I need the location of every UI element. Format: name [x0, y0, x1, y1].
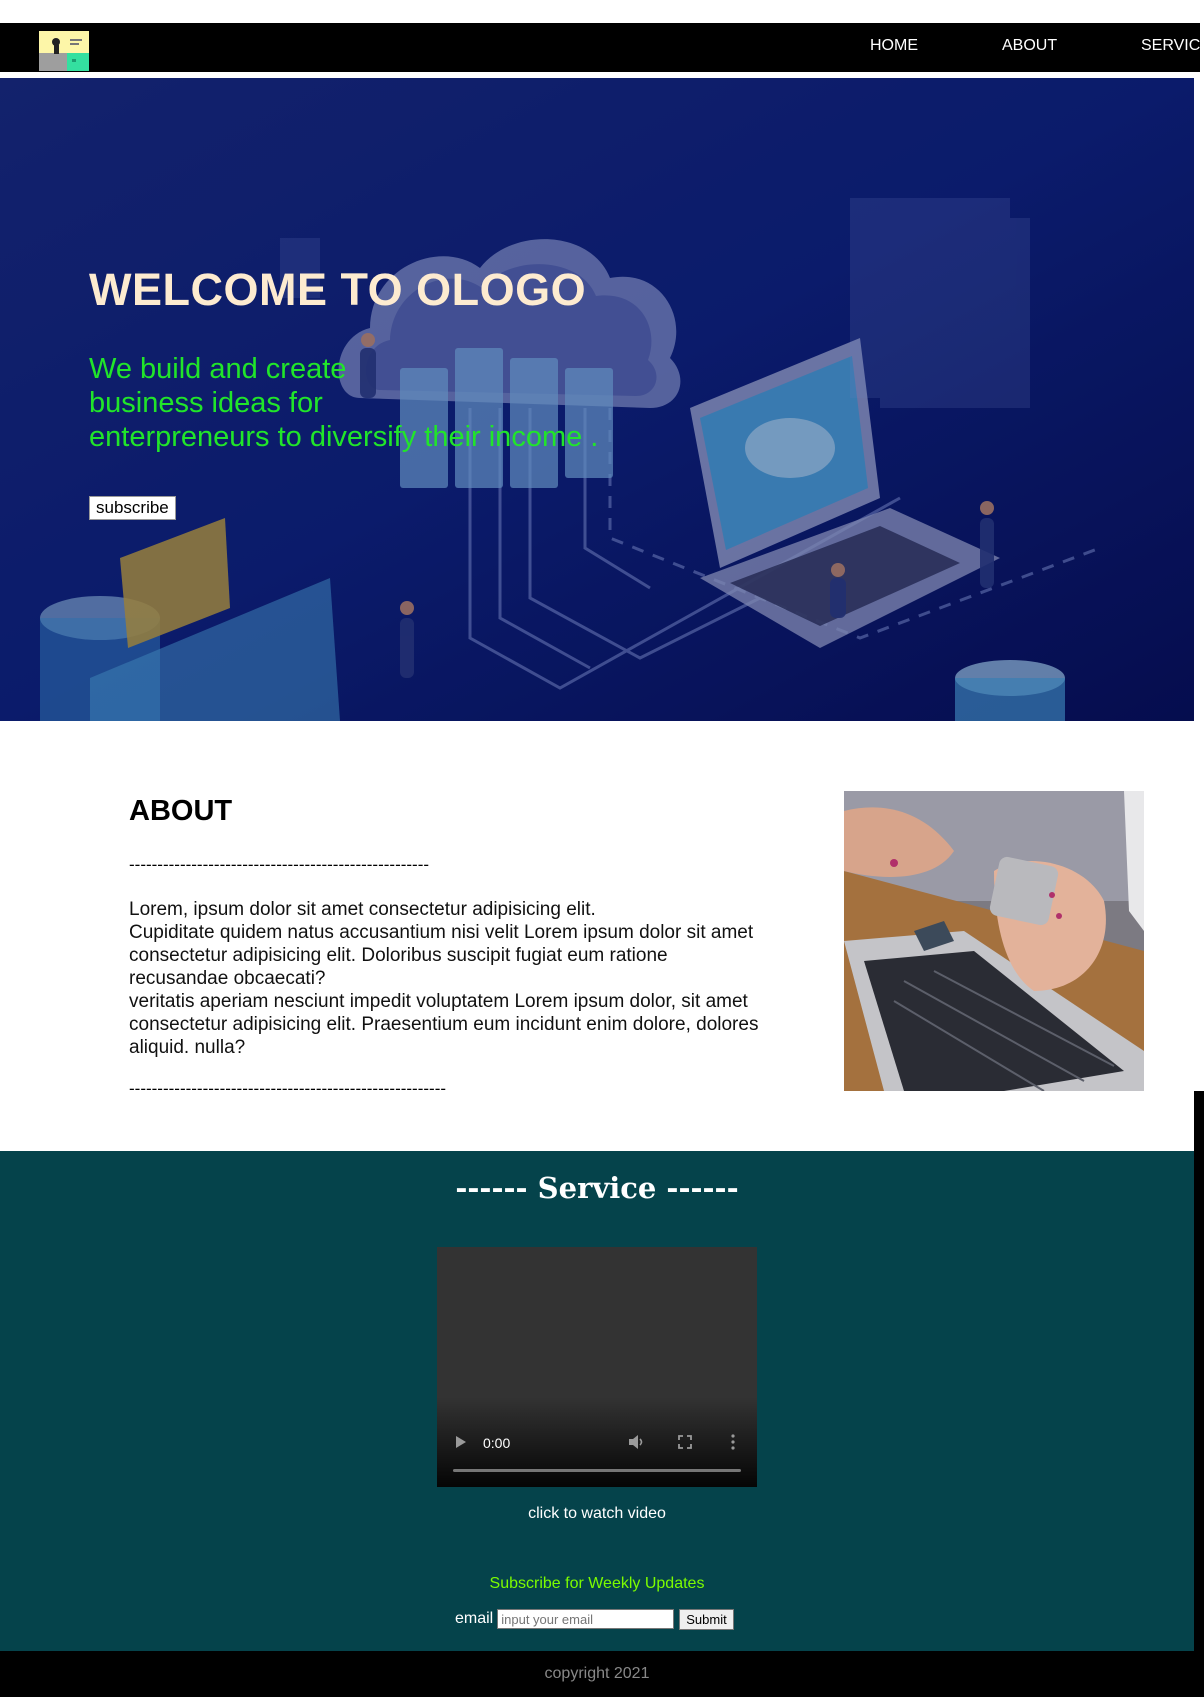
about-title: ABOUT [129, 795, 233, 827]
hero-banner: WELCOME TO OLOGO We build and create bus… [0, 78, 1194, 721]
video-progress-bar[interactable] [453, 1469, 741, 1472]
nav-item-service[interactable]: SERVICE [1141, 37, 1200, 55]
hero-tagline-line: enterpreneurs to diversify their income … [89, 421, 599, 453]
nav-links: HOME ABOUT SERVICE [0, 23, 1200, 72]
page-edge-bar [1194, 1091, 1204, 1651]
fullscreen-icon[interactable] [678, 1435, 692, 1454]
navbar: HOME ABOUT SERVICE [0, 23, 1200, 72]
more-options-icon[interactable] [731, 1434, 735, 1455]
video-time: 0:00 [483, 1435, 511, 1451]
service-title: ------ Service ------ [455, 1171, 739, 1205]
about-paragraph-line: Cupiditate quidem natus accusantium nisi… [129, 922, 754, 989]
about-paragraph: Lorem, ipsum dolor sit amet consectetur … [129, 898, 759, 1059]
about-paragraph-line: Lorem, ipsum dolor sit amet consectetur … [129, 899, 596, 920]
subscribe-button[interactable]: subscribe [89, 496, 176, 520]
video-player[interactable]: 0:00 [437, 1247, 757, 1487]
hero-tagline-line: We build and create [89, 353, 347, 385]
weekly-updates-text: Subscribe for Weekly Updates [489, 1575, 705, 1592]
footer: copyright 2021 [0, 1651, 1204, 1697]
email-form: email Submit [455, 1608, 734, 1630]
copyright-text: copyright 2021 [544, 1665, 650, 1682]
about-photo [844, 791, 1144, 1091]
about-divider-bottom: ----------------------------------------… [129, 1079, 447, 1098]
hero-tagline-line: business ideas for [89, 387, 323, 419]
service-section: ------ Service ------ 0:00 click to watc… [0, 1151, 1194, 1651]
volume-icon[interactable] [628, 1434, 646, 1455]
watch-video-text: click to watch video [528, 1505, 666, 1522]
about-divider-top: ----------------------------------------… [129, 855, 430, 874]
nav-item-about[interactable]: ABOUT [1002, 37, 1057, 55]
page: HOME ABOUT SERVICE [0, 0, 1204, 1697]
video-controls: 0:00 [437, 1417, 757, 1487]
email-label: email [455, 1610, 494, 1627]
about-paragraph-line: veritatis aperiam nesciunt impedit volup… [129, 991, 759, 1058]
hero-tagline: We build and create business ideas for e… [89, 352, 649, 454]
play-icon[interactable] [455, 1435, 467, 1454]
submit-button[interactable]: Submit [679, 1608, 734, 1630]
nav-item-home[interactable]: HOME [870, 37, 918, 55]
email-input[interactable] [497, 1609, 675, 1629]
hero-title: WELCOME TO OLOGO [89, 264, 587, 315]
